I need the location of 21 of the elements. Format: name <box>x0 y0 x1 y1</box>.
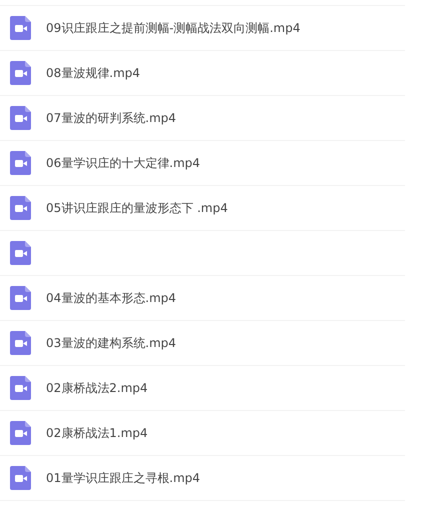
video-file-icon <box>10 16 31 40</box>
video-file-icon <box>10 61 31 85</box>
file-name[interactable]: 09识庄跟庄之提前测幅-测幅战法双向测幅.mp4 <box>46 19 300 37</box>
video-file-icon <box>10 466 31 490</box>
file-name[interactable]: 07量波的研判系统.mp4 <box>46 109 176 127</box>
file-name[interactable]: 06量学识庄的十大定律.mp4 <box>46 154 200 172</box>
file-name[interactable]: 02康桥战法2.mp4 <box>46 379 148 397</box>
video-file-icon <box>10 331 31 355</box>
video-file-icon <box>10 286 31 310</box>
file-name[interactable]: 01量学识庄跟庄之寻根.mp4 <box>46 469 200 487</box>
file-name[interactable]: 02康桥战法1.mp4 <box>46 424 148 442</box>
file-name[interactable]: 05讲识庄跟庄的量波形态下 .mp4 <box>46 199 228 217</box>
file-name[interactable]: 04量波的基本形态.mp4 <box>46 289 176 307</box>
video-file-icon <box>10 241 31 265</box>
video-file-icon <box>10 196 31 220</box>
video-file-icon <box>10 376 31 400</box>
file-name[interactable]: 08量波规律.mp4 <box>46 64 140 82</box>
video-file-icon <box>10 106 31 130</box>
file-name[interactable]: 03量波的建构系统.mp4 <box>46 334 176 352</box>
video-file-icon <box>10 151 31 175</box>
video-file-icon <box>10 421 31 445</box>
